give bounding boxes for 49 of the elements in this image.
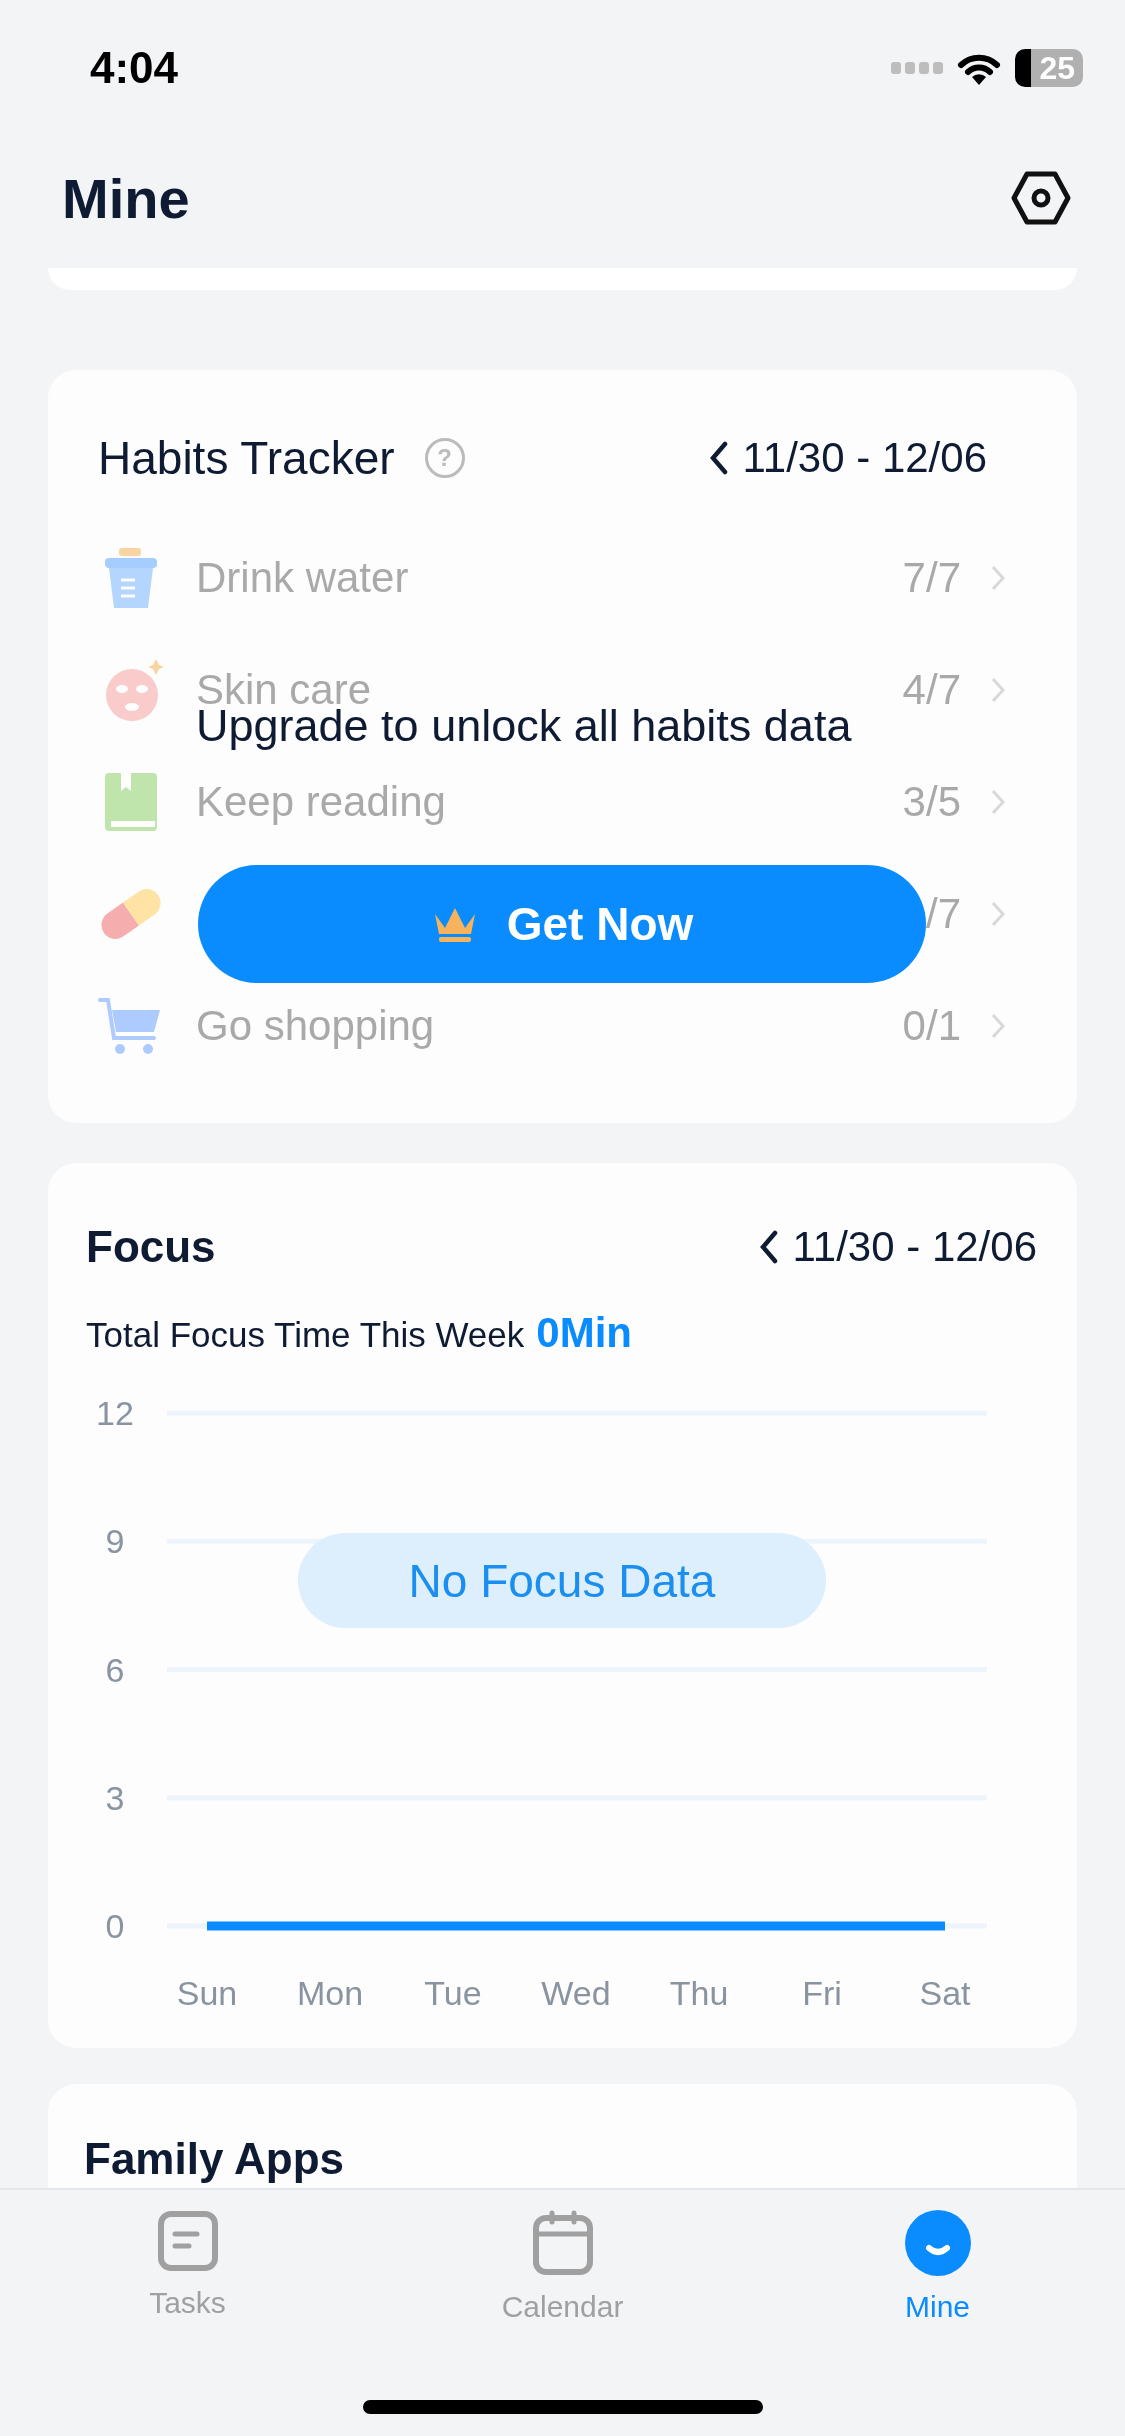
- habit-name: Go shopping: [196, 1002, 435, 1050]
- x-tick-label: Sun: [176, 1974, 238, 2012]
- get-now-button[interactable]: Get Now: [198, 865, 926, 983]
- card-title: Habits Tracker: [98, 431, 395, 485]
- status-time: 4:04: [90, 43, 179, 93]
- total-label: Total Focus Time This Week: [86, 1315, 525, 1355]
- y-tick-label: 12: [96, 1394, 134, 1432]
- habit-count: 4/7: [902, 666, 961, 714]
- x-tick-label: Fri: [802, 1974, 842, 2012]
- habit-name: Keep reading: [196, 778, 446, 826]
- x-tick-label: Tue: [424, 1974, 482, 2012]
- habit-count: 3/5: [902, 778, 961, 826]
- signal-icon: [891, 62, 944, 74]
- habit-count: 0/1: [902, 1002, 961, 1050]
- y-tick-label: 3: [105, 1778, 125, 1817]
- settings-icon[interactable]: [1011, 171, 1071, 225]
- chevron-right-icon: [991, 677, 1005, 703]
- habit-name: Drink water: [196, 554, 409, 602]
- calendar-icon: [531, 2210, 594, 2276]
- habit-count: 7/7: [902, 554, 961, 602]
- y-tick-label: 6: [105, 1650, 125, 1689]
- smiley-icon: [904, 2210, 971, 2276]
- chevron-right-icon: [991, 789, 1005, 815]
- chevron-right-icon: [991, 901, 1005, 927]
- card-title: Focus: [86, 1222, 216, 1272]
- x-tick-label: Thu: [669, 1974, 729, 2012]
- date-range-button[interactable]: 11/30 - 12/06: [758, 1223, 1037, 1271]
- card-title: Family Apps: [84, 2134, 344, 2183]
- chevron-left-icon: [758, 1230, 779, 1264]
- tab[interactable]: Tasks: [87, 2210, 288, 2320]
- tab[interactable]: Calendar: [462, 2210, 663, 2324]
- empty-message: No Focus Data: [298, 1533, 826, 1628]
- page-title: Mine: [62, 165, 190, 231]
- help-icon[interactable]: ?: [424, 438, 465, 478]
- book-icon: [105, 773, 157, 831]
- chevron-right-icon: [991, 565, 1005, 591]
- chevron-left-icon: [708, 441, 729, 475]
- y-tick-label: 9: [105, 1522, 125, 1561]
- chevron-right-icon: [991, 1013, 1005, 1039]
- date-range-button[interactable]: 11/30 - 12/06: [708, 434, 987, 482]
- x-tick-label: Wed: [541, 1974, 611, 2012]
- total-value: 0Min: [536, 1309, 632, 1357]
- note-icon: [156, 2210, 219, 2272]
- battery-level: 25: [1039, 49, 1075, 87]
- x-tick-label: Sat: [919, 1974, 971, 2012]
- x-tick-label: Mon: [296, 1974, 364, 2012]
- tab[interactable]: Mine: [837, 2210, 1038, 2324]
- habit-count: /7: [925, 890, 961, 938]
- y-tick-label: 0: [105, 1907, 125, 1945]
